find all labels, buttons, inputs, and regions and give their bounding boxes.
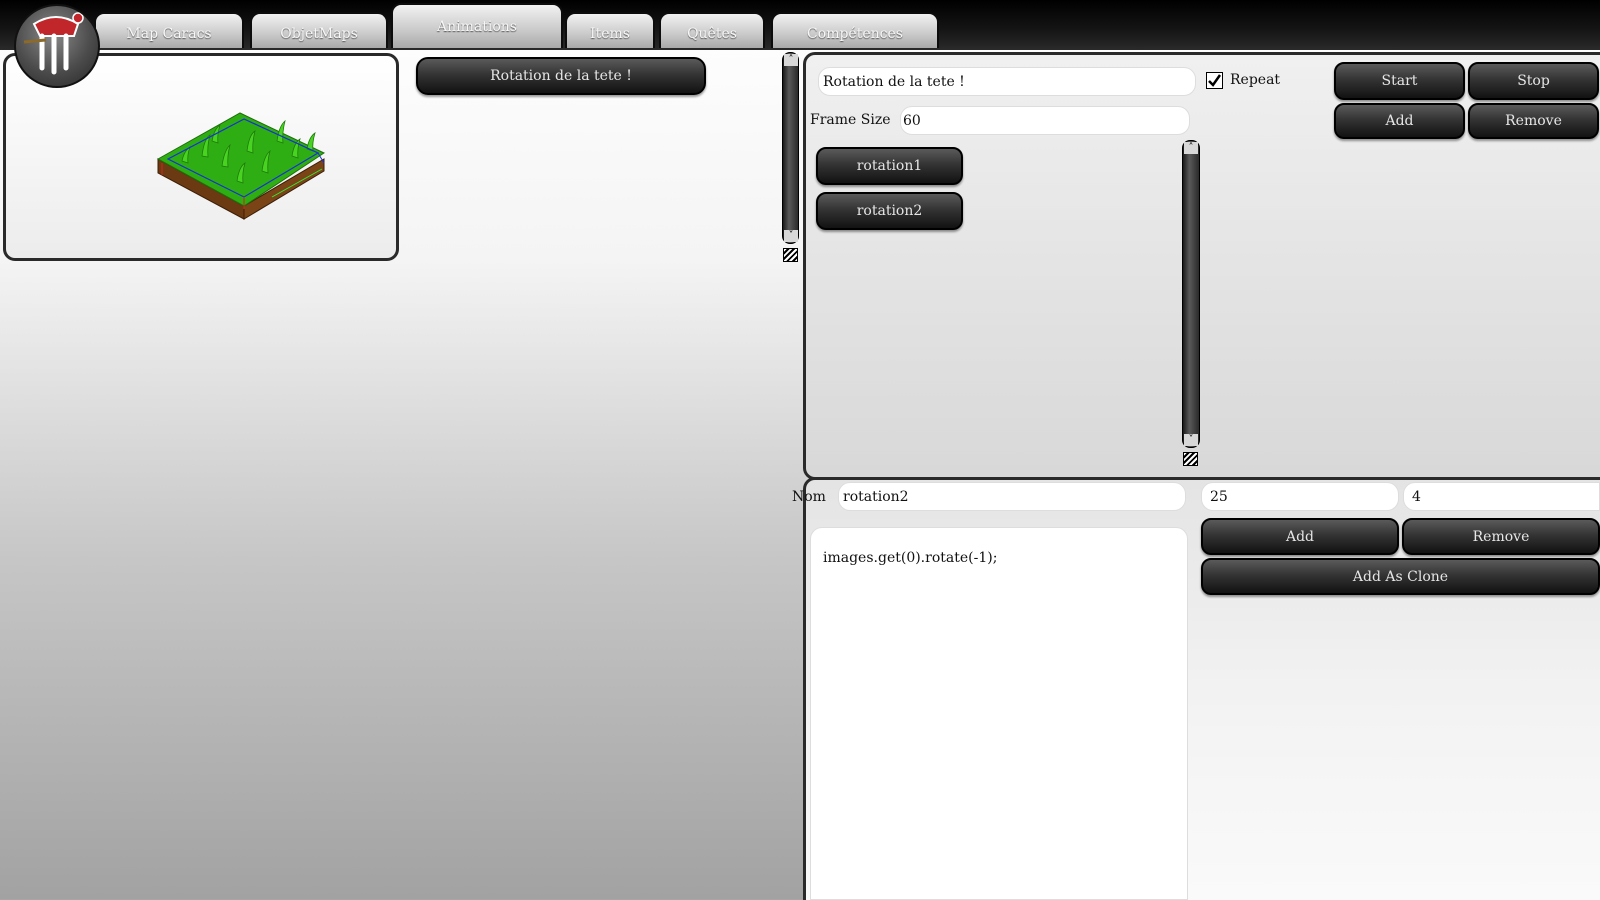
tab-objetmaps[interactable]: ObjetMaps — [250, 12, 388, 48]
frame-size-input[interactable] — [900, 106, 1190, 135]
frame-value-input[interactable] — [1403, 482, 1600, 511]
frame-duration-input[interactable] — [1201, 482, 1399, 511]
scroll-down-icon[interactable]: ˅ — [784, 230, 798, 242]
repeat-label: Repeat — [1230, 72, 1281, 88]
nom-label: Nom — [792, 489, 826, 505]
frame-item-rotation1[interactable]: rotation1 — [816, 147, 963, 185]
tab-items[interactable]: Items — [565, 12, 655, 48]
resize-grip-icon[interactable] — [783, 248, 798, 262]
animation-list-scrollbar[interactable]: ˄ ˅ — [782, 52, 799, 244]
checkmark-icon — [1208, 74, 1222, 87]
add-frame-button[interactable]: Add — [1201, 518, 1399, 555]
add-animation-button[interactable]: Add — [1334, 103, 1465, 139]
stop-button[interactable]: Stop — [1468, 62, 1599, 100]
animation-list-item[interactable]: Rotation de la tete ! — [416, 57, 706, 95]
start-button[interactable]: Start — [1334, 62, 1465, 100]
tab-quetes[interactable]: Quêtes — [659, 12, 765, 48]
frame-code-editor[interactable]: images.get(0).rotate(-1); — [810, 527, 1188, 900]
tab-animations[interactable]: Animations — [391, 3, 563, 48]
repeat-checkbox[interactable] — [1206, 72, 1223, 89]
app-logo — [14, 4, 100, 88]
top-bar: Map Caracs ObjetMaps Animations Items Qu… — [0, 0, 1600, 50]
animation-name-input[interactable] — [818, 67, 1196, 96]
scroll-up-icon[interactable]: ˄ — [784, 54, 798, 66]
remove-animation-button[interactable]: Remove — [1468, 103, 1599, 139]
scroll-down-icon[interactable]: ˅ — [1184, 434, 1198, 446]
remove-frame-button[interactable]: Remove — [1402, 518, 1600, 555]
scroll-up-icon[interactable]: ˄ — [1184, 142, 1198, 154]
add-as-clone-button[interactable]: Add As Clone — [1201, 558, 1600, 595]
tab-competences[interactable]: Compétences — [771, 12, 939, 48]
grass-tile-preview — [156, 112, 326, 220]
frame-size-label: Frame Size — [810, 112, 891, 128]
resize-grip-icon[interactable] — [1183, 452, 1198, 466]
frame-item-rotation2[interactable]: rotation2 — [816, 192, 963, 230]
frame-list-scrollbar[interactable]: ˄ ˅ — [1182, 140, 1200, 448]
knight-helmet-icon — [23, 12, 84, 75]
frame-name-input[interactable] — [838, 482, 1186, 511]
tab-map-caracs[interactable]: Map Caracs — [94, 12, 244, 48]
